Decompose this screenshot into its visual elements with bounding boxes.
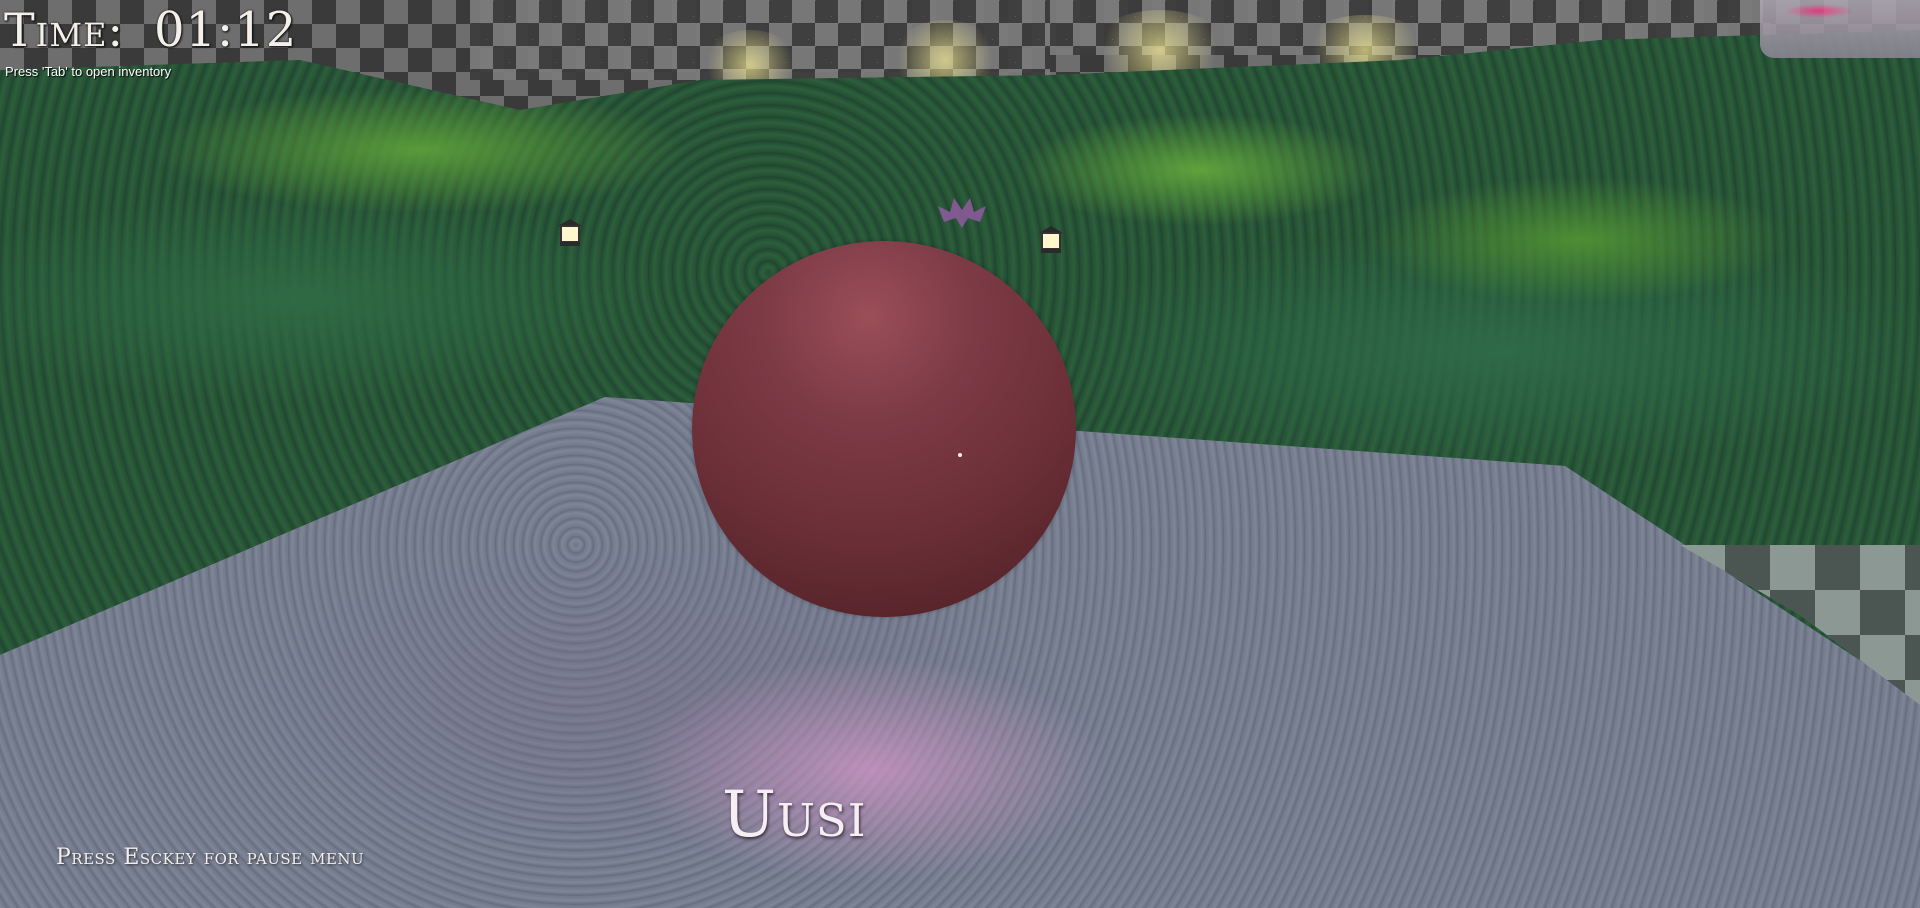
- timer-label: Time:: [4, 3, 124, 57]
- lantern-icon: [1039, 226, 1063, 253]
- focused-object-name: Uusi: [722, 778, 867, 852]
- timer-value: 01:12: [153, 2, 298, 58]
- pause-menu-hint: Press Esckey for pause menu: [56, 845, 365, 870]
- timer-display: Time: 01:12: [4, 0, 297, 60]
- red-sphere-object[interactable]: [692, 241, 1076, 617]
- crosshair-icon: [958, 453, 962, 457]
- game-viewport[interactable]: Time: 01:12 Press 'Tab' to open inventor…: [0, 0, 1920, 908]
- corner-object-accent: [1784, 4, 1854, 18]
- bat-icon: [938, 198, 986, 228]
- corner-object: [1760, 0, 1920, 58]
- inventory-hint: Press 'Tab' to open inventory: [5, 64, 172, 79]
- lantern-icon: [558, 219, 582, 246]
